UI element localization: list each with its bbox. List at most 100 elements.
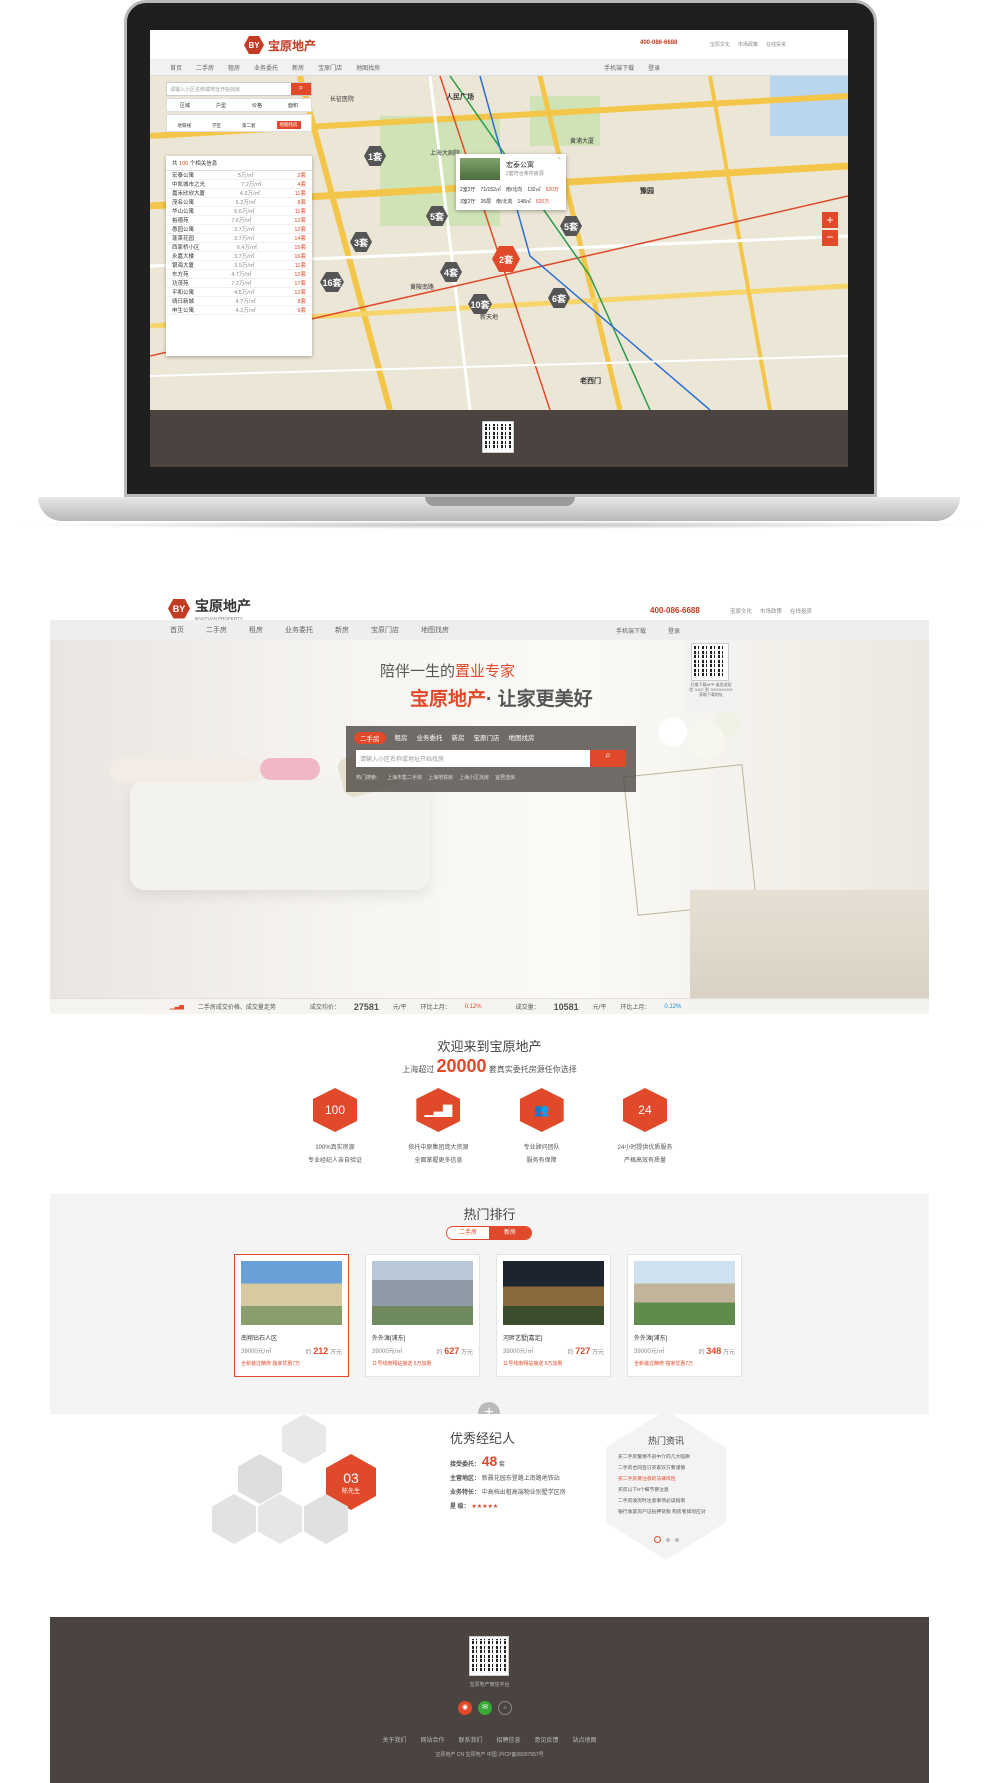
hero-search-input[interactable]: 请输入小区名称或地址开始找房 [356, 750, 590, 767]
tab-map[interactable]: 地图找房 [509, 732, 535, 744]
logo[interactable]: BY 宝原地产 [244, 36, 316, 54]
news-item[interactable]: 二手房合同签订买家双方要谨慎 [618, 1463, 714, 1474]
result-row[interactable]: 茂名公寓 5.2万/㎡ 8套 [166, 198, 312, 207]
hot-link[interactable]: 上海小区找房 [459, 774, 489, 781]
result-row[interactable]: 永嘉大楼 3.7万/㎡ 16套 [166, 252, 312, 261]
zoom-out-button[interactable]: − [822, 230, 838, 246]
map-canvas[interactable]: 人民广场 长征医院 黄浦大厦 黄陂南路 豫园 老西门 新天地 上海大剧院 1套 … [150, 76, 848, 410]
listing-card[interactable]: 河畔艺墅[嘉定] 39000元/㎡约 727 万元 11号线南翔站接送 5万加惠 [496, 1254, 611, 1377]
tab-new[interactable]: 新房 [489, 1227, 531, 1239]
result-row[interactable]: 华山公寓 6.6万/㎡ 11套 [166, 207, 312, 216]
header-link[interactable]: 在线投资 [766, 41, 786, 48]
footer-link[interactable]: 意见反馈 [535, 1735, 559, 1744]
pager-dot[interactable] [654, 1536, 661, 1543]
agent-avatar[interactable] [212, 1494, 256, 1544]
zoom-in-button[interactable]: + [822, 212, 838, 228]
hot-link[interactable]: 上海市售二手房 [387, 774, 422, 781]
tab-new[interactable]: 新房 [452, 732, 465, 744]
agent-avatar[interactable] [258, 1494, 302, 1544]
weibo-icon[interactable]: ◉ [458, 1701, 472, 1715]
tool-second[interactable]: 第二套 [242, 123, 256, 129]
nav-item-home[interactable]: 首页 [170, 63, 182, 72]
result-row[interactable]: 蓬莱花园 3.7万/㎡ 14套 [166, 234, 312, 243]
filter-layout[interactable]: 户型 [216, 102, 226, 109]
nav-item-entrust[interactable]: 业务委托 [254, 63, 278, 72]
header-link[interactable]: 市场政策 [738, 41, 758, 48]
search-icon[interactable]: ⌕ [590, 750, 626, 767]
result-row[interactable]: 靖日新城 4.7万/㎡ 8套 [166, 297, 312, 306]
login-link[interactable]: 登录 [648, 63, 660, 72]
footer-link[interactable]: 联系我们 [458, 1735, 482, 1744]
listing-card[interactable]: 南翔钻石人区 39000元/㎡约 212 万元 全新装过精修 独家优惠7万 [234, 1254, 349, 1377]
nav-item-map[interactable]: 地图找房 [356, 63, 380, 72]
tab-second-hand[interactable]: 二手房 [447, 1227, 489, 1239]
popup-row[interactable]: 2室2厅 71/152㎡ 南/北向 132㎡ 620万 [460, 186, 559, 193]
app-download-link[interactable]: 手机端下载 [616, 626, 646, 635]
result-row[interactable]: 愚园公寓 3.7万/㎡ 12套 [166, 225, 312, 234]
news-item[interactable]: 二手房收房时注意事项必读指南 [618, 1496, 714, 1507]
footer-link[interactable]: 网站合作 [420, 1735, 444, 1744]
pager-dot[interactable] [666, 1538, 670, 1542]
logo-mark-icon: BY [244, 36, 264, 54]
listing-card[interactable]: 外外滩[浦东] 39000元/㎡约 627 万元 11号线南翔站接送 5万加惠 [365, 1254, 480, 1377]
result-row[interactable]: 中凯城市之光 7.2万/㎡ 4套 [166, 180, 312, 189]
listing-card[interactable]: 外外滩[浦东] 39000元/㎡约 348 万元 全新装过精修 独家优惠7万 [627, 1254, 742, 1377]
header-link[interactable]: 市场政策 [760, 607, 782, 615]
result-row[interactable]: 平和公寓 4.5万/㎡ 12套 [166, 288, 312, 297]
tool-school[interactable]: 学区 [212, 123, 221, 129]
nav-item-rent[interactable]: 租房 [228, 63, 240, 72]
nav-item-new[interactable]: 新房 [335, 625, 349, 635]
header-link[interactable]: 在线投资 [790, 607, 812, 615]
add-icon[interactable]: + [498, 1701, 512, 1715]
pager-dot[interactable] [675, 1538, 679, 1542]
tool-subway[interactable]: 地铁线 [178, 123, 192, 129]
result-row[interactable]: 西家桥小区 6.4万/㎡ 15套 [166, 243, 312, 252]
footer-link[interactable]: 关于我们 [382, 1735, 406, 1744]
result-row[interactable]: 银海大厦 3.5万/㎡ 11套 [166, 261, 312, 270]
result-row[interactable]: 申生公寓 4.2万/㎡ 9套 [166, 306, 312, 315]
result-row[interactable]: 东方苑 4.7万/㎡ 12套 [166, 270, 312, 279]
wechat-icon[interactable]: ✉ [478, 1701, 492, 1715]
news-item[interactable]: 买房以下8个细节要注意 [618, 1485, 714, 1496]
nav-item-entrust[interactable]: 业务委托 [285, 625, 313, 635]
tab-entrust[interactable]: 业务委托 [417, 732, 443, 744]
nav-item-store[interactable]: 宝原门店 [318, 63, 342, 72]
hot-link[interactable]: 上海地铁房 [428, 774, 453, 781]
tab-second-hand[interactable]: 二手房 [354, 732, 386, 744]
hot-link[interactable]: 宜居选房 [495, 774, 515, 781]
news-item[interactable]: 买二手房警惕不良中介的几大陷阱 [618, 1452, 714, 1463]
footer-link[interactable]: 招聘信息 [497, 1735, 521, 1744]
filter-district[interactable]: 区域 [180, 102, 190, 109]
tab-rent[interactable]: 租房 [395, 732, 408, 744]
nav-item-map[interactable]: 地图找房 [421, 625, 449, 635]
nav-item-rent[interactable]: 租房 [249, 625, 263, 635]
nav-item-second-hand[interactable]: 二手房 [196, 63, 214, 72]
footer-link[interactable]: 站点地图 [573, 1735, 597, 1744]
login-link[interactable]: 登录 [668, 626, 680, 635]
news-item[interactable]: 银行收紧房产证抵押贷款 购房者如何应对 [618, 1507, 714, 1518]
close-icon[interactable]: × [558, 156, 561, 162]
nav-item-second-hand[interactable]: 二手房 [206, 625, 227, 635]
search-icon[interactable]: ⌕ [291, 83, 311, 95]
header-link[interactable]: 宝原文化 [710, 41, 730, 48]
popup-row[interactable]: 3室2厅 26层 南/北向 148㎡ 620万 [460, 198, 549, 205]
result-row[interactable]: 裕德苑 7.6万/㎡ 12套 [166, 216, 312, 225]
nav-item-store[interactable]: 宝原门店 [371, 625, 399, 635]
agent-avatar[interactable] [282, 1414, 326, 1464]
news-item[interactable]: 买二手房要注意的法律风险 [618, 1474, 714, 1485]
filter-area[interactable]: 面积 [288, 102, 298, 109]
app-download-link[interactable]: 手机端下载 [604, 63, 634, 72]
result-row[interactable]: 功茂苑 7.2万/㎡ 17套 [166, 279, 312, 288]
stats-label[interactable]: 二手房成交价格、成交量走势 [198, 1002, 276, 1011]
result-row[interactable]: 嘉禾欣欣大厦 4.3万/㎡ 11套 [166, 189, 312, 198]
agent-avatar[interactable] [238, 1454, 282, 1504]
map-search-input[interactable]: 请输入小区名称或地址开始找房 [167, 83, 291, 95]
result-row[interactable]: 宏泰公寓 5万/㎡ 2套 [166, 171, 312, 180]
nav-item-new[interactable]: 新房 [292, 63, 304, 72]
nav-item-home[interactable]: 首页 [170, 625, 184, 635]
header-link[interactable]: 宝原文化 [730, 607, 752, 615]
tool-map-search[interactable]: 地图找房 [276, 121, 301, 129]
tab-store[interactable]: 宝原门店 [474, 732, 500, 744]
logo[interactable]: BY 宝原地产 BAOYUAN PROPERTY [168, 596, 251, 621]
filter-price[interactable]: 价格 [252, 102, 262, 109]
